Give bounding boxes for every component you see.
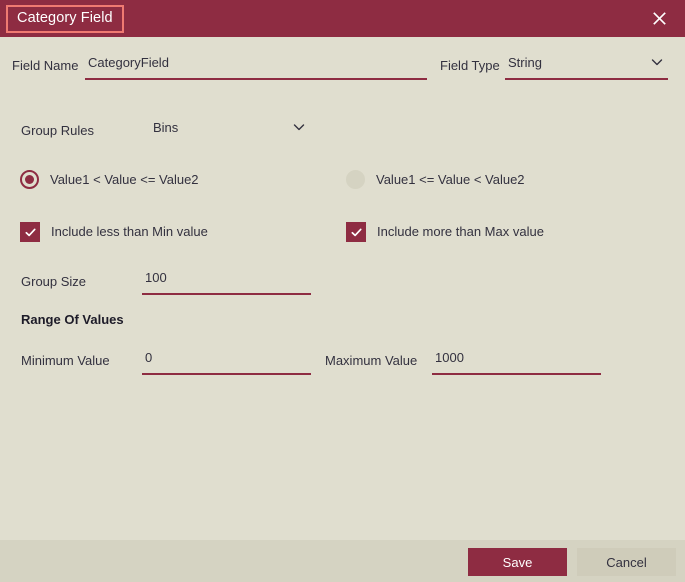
radio-selected-icon xyxy=(20,170,39,189)
field-type-dropdown[interactable]: String xyxy=(505,54,668,80)
radio-interval-left-label: Value1 < Value <= Value2 xyxy=(50,171,199,187)
maximum-value-value: 1000 xyxy=(435,350,464,365)
radio-interval-right-label: Value1 <= Value < Value2 xyxy=(376,171,525,187)
checkbox-include-min[interactable]: Include less than Min value xyxy=(20,222,208,242)
dialog-title: Category Field xyxy=(6,4,124,33)
minimum-value-label: Minimum Value xyxy=(21,353,110,368)
checkbox-include-max[interactable]: Include more than Max value xyxy=(346,222,544,242)
dialog-body: Field Name CategoryField Field Type Stri… xyxy=(0,37,685,540)
minimum-value-input[interactable]: 0 xyxy=(142,349,311,375)
group-size-underline xyxy=(142,293,311,295)
group-rules-label: Group Rules xyxy=(21,123,94,138)
group-rules-dropdown[interactable]: Bins xyxy=(150,119,310,145)
group-size-label: Group Size xyxy=(21,274,87,289)
close-icon xyxy=(652,11,667,26)
field-type-underline xyxy=(505,78,668,80)
group-size-value: 100 xyxy=(145,270,167,285)
minimum-value-value: 0 xyxy=(145,350,153,365)
check-icon xyxy=(346,222,366,242)
checkbox-include-min-label: Include less than Min value xyxy=(51,224,208,239)
field-name-underline xyxy=(85,78,427,80)
radio-interval-left[interactable]: Value1 < Value <= Value2 xyxy=(20,170,199,189)
group-rules-value: Bins xyxy=(153,120,179,135)
chevron-down-icon xyxy=(292,120,306,134)
maximum-value-label: Maximum Value xyxy=(325,353,418,368)
check-icon xyxy=(20,222,40,242)
cancel-button[interactable]: Cancel xyxy=(577,548,676,576)
dialog-titlebar: Category Field xyxy=(0,0,685,37)
field-name-input[interactable]: CategoryField xyxy=(85,54,427,80)
category-field-dialog: Category Field Field Name CategoryField … xyxy=(0,0,685,582)
field-type-value: String xyxy=(508,55,542,70)
minimum-value-underline xyxy=(142,373,311,375)
checkbox-include-max-label: Include more than Max value xyxy=(377,224,544,239)
maximum-value-input[interactable]: 1000 xyxy=(432,349,601,375)
chevron-down-icon xyxy=(650,55,664,69)
close-button[interactable] xyxy=(633,0,685,37)
dialog-footer: Save Cancel xyxy=(0,540,685,582)
field-name-label: Field Name xyxy=(12,58,79,73)
save-button[interactable]: Save xyxy=(468,548,567,576)
maximum-value-underline xyxy=(432,373,601,375)
radio-unselected-icon xyxy=(346,170,365,189)
radio-interval-right[interactable]: Value1 <= Value < Value2 xyxy=(346,170,525,189)
group-size-input[interactable]: 100 xyxy=(142,269,311,295)
field-type-label: Field Type xyxy=(440,58,500,73)
range-of-values-heading: Range Of Values xyxy=(21,312,124,327)
field-name-value: CategoryField xyxy=(88,55,169,70)
